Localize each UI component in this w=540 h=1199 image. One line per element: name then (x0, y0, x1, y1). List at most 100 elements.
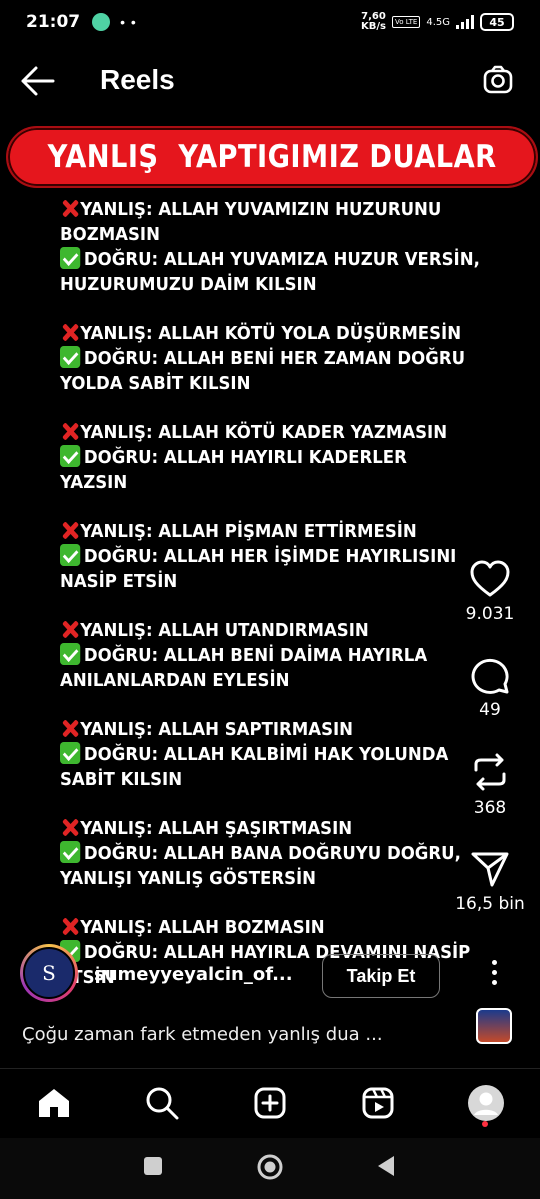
wrong-line: YANLIŞ: ALLAH ŞAŞIRTMASIN (60, 817, 465, 842)
author-row: S sumeyyeyalcin_of... Takip Et (20, 944, 520, 1004)
nav-reels[interactable] (358, 1083, 398, 1123)
right-text: HUZURUMUZU DAİM KILSIN (60, 273, 317, 295)
wrong-text: YANLIŞ: ALLAH UTANDIRMASIN (80, 619, 369, 641)
cross-mark-icon (60, 421, 80, 441)
dua-block: YANLIŞ: ALLAH UTANDIRMASIN DOĞRU: ALLAH B… (60, 619, 500, 694)
back-system-button[interactable] (376, 1154, 396, 1183)
status-indicators: 7,60 KB/s Vo LTE 4.5G 45 (361, 12, 514, 32)
cross-mark-icon (60, 718, 80, 738)
nav-create[interactable] (250, 1083, 290, 1123)
wrong-line: BOZMASIN (60, 223, 465, 248)
status-time: 21:07 (26, 12, 81, 32)
check-mark-icon (60, 247, 81, 269)
right-line: YAZSIN (60, 471, 465, 496)
right-text: DOĞRU: ALLAH KALBİMİ HAK YOLUNDA (83, 744, 449, 765)
right-line: DOĞRU: ALLAH BANA DOĞRUYU DOĞRU, (60, 841, 465, 867)
dua-block: YANLIŞ: ALLAH YUVAMIZIN HUZURUNU BOZMASIN… (60, 198, 500, 297)
reels-icon (362, 1087, 394, 1119)
right-text: DOĞRU: ALLAH HAYIRLI KADERLER (83, 447, 407, 468)
wrong-line: YANLIŞ: ALLAH UTANDIRMASIN (60, 619, 465, 644)
dua-block: YANLIŞ: ALLAH KÖTÜ KADER YAZMASIN DOĞRU: … (60, 421, 500, 496)
cross-mark-icon (60, 916, 80, 936)
arrow-left-icon (21, 66, 55, 96)
home-system-button[interactable] (256, 1153, 284, 1186)
back-button[interactable] (20, 64, 56, 98)
app-notification-icon (92, 13, 111, 31)
comment-action: 49 (440, 656, 540, 720)
wrong-line: YANLIŞ: ALLAH PİŞMAN ETTİRMESİN (60, 520, 465, 545)
create-icon (254, 1087, 286, 1119)
right-line: YANLIŞI YANLIŞ GÖSTERSİN (60, 867, 465, 892)
profile-icon (468, 1085, 504, 1121)
network-type: 4.5G (426, 16, 450, 28)
audio-thumbnail[interactable] (476, 1008, 512, 1044)
author-avatar[interactable]: S (20, 944, 78, 1002)
recents-button[interactable] (143, 1156, 163, 1181)
more-vertical-icon[interactable] (482, 952, 506, 992)
check-mark-icon (60, 346, 81, 368)
wrong-text: YANLIŞ: ALLAH PİŞMAN ETTİRMESİN (80, 520, 417, 542)
send-icon[interactable] (470, 850, 510, 888)
dua-block: YANLIŞ: ALLAH PİŞMAN ETTİRMESİN DOĞRU: AL… (60, 520, 500, 595)
wrong-text: YANLIŞ: ALLAH BOZMASIN (80, 916, 325, 938)
nav-search[interactable] (142, 1083, 182, 1123)
right-text: DOĞRU: ALLAH BANA DOĞRUYU DOĞRU, (83, 843, 461, 864)
heart-icon[interactable] (470, 560, 510, 598)
bottom-navigation (0, 1068, 540, 1138)
recents-icon (144, 1157, 162, 1175)
camera-button[interactable] (482, 64, 514, 96)
wrong-text: BOZMASIN (60, 223, 160, 245)
search-icon (146, 1087, 179, 1120)
notification-dot (482, 1121, 488, 1127)
repost-icon[interactable] (470, 752, 510, 792)
cross-mark-icon (60, 619, 80, 639)
reels-header: Reels (0, 56, 540, 106)
repost-count: 368 (473, 798, 507, 818)
nav-home[interactable] (34, 1083, 74, 1123)
check-mark-icon (60, 643, 81, 665)
home-icon (39, 1089, 69, 1117)
author-username[interactable]: sumeyyeyalcin_of... (94, 964, 293, 985)
right-text: DOĞRU: ALLAH HER İŞİMDE HAYIRLISINI (83, 546, 457, 567)
right-text: DOĞRU: ALLAH YUVAMIZA HUZUR VERSİN, (83, 249, 480, 270)
wrong-line: YANLIŞ: ALLAH SAPTIRMASIN (60, 718, 465, 743)
right-text: DOĞRU: ALLAH BENİ DAİMA HAYIRLA (83, 645, 428, 666)
like-action: 9.031 (440, 560, 540, 624)
share-action: 16,5 bin (440, 850, 540, 914)
page-title: Reels (100, 64, 175, 95)
banner-title: YANLIŞ YAPTIGIMIZ DUALAR (47, 139, 497, 175)
signal-icon (456, 15, 474, 29)
right-text: NASİP ETSİN (60, 570, 178, 592)
cross-mark-icon (60, 322, 80, 342)
nav-profile[interactable] (466, 1083, 506, 1123)
right-text: YAZSIN (60, 471, 128, 493)
wrong-line: YANLIŞ: ALLAH KÖTÜ KADER YAZMASIN (60, 421, 465, 446)
right-line: DOĞRU: ALLAH BENİ DAİMA HAYIRLA (60, 643, 465, 669)
comment-bubble-icon[interactable] (470, 656, 510, 694)
wrong-text: YANLIŞ: ALLAH SAPTIRMASIN (80, 718, 354, 740)
wrong-line: YANLIŞ: ALLAH YUVAMIZIN HUZURUNU (60, 198, 465, 223)
right-line: SABİT KILSIN (60, 768, 465, 793)
camera-icon (483, 65, 513, 94)
title-banner: YANLIŞ YAPTIGIMIZ DUALAR (6, 126, 538, 188)
right-text: SABİT KILSIN (60, 768, 183, 790)
system-navigation (0, 1138, 540, 1199)
volte-badge: Vo LTE (391, 16, 421, 28)
wrong-text: YANLIŞ: ALLAH ŞAŞIRTMASIN (80, 817, 353, 839)
reel-text-content: YANLIŞ: ALLAH YUVAMIZIN HUZURUNU BOZMASIN… (60, 198, 500, 1015)
comment-count: 49 (479, 700, 501, 720)
wrong-line: YANLIŞ: ALLAH BOZMASIN (60, 916, 465, 941)
avatar-initial: S (23, 947, 75, 999)
cross-mark-icon (60, 817, 80, 837)
cross-mark-icon (60, 520, 80, 540)
wrong-line: YANLIŞ: ALLAH KÖTÜ YOLA DÜŞÜRMESİN (60, 322, 465, 347)
post-caption[interactable]: Çoğu zaman fark etmeden yanlış dua ... (22, 1024, 383, 1045)
right-line: DOĞRU: ALLAH KALBİMİ HAK YOLUNDA (60, 742, 465, 768)
dua-block: YANLIŞ: ALLAH ŞAŞIRTMASIN DOĞRU: ALLAH BA… (60, 817, 500, 892)
cross-mark-icon (60, 198, 80, 218)
follow-button[interactable]: Takip Et (322, 954, 440, 998)
network-speed: 7,60 KB/s (361, 12, 386, 32)
check-mark-icon (60, 742, 81, 764)
wrong-text: YANLIŞ: ALLAH KÖTÜ YOLA DÜŞÜRMESİN (80, 322, 462, 344)
back-triangle-icon (378, 1156, 394, 1176)
